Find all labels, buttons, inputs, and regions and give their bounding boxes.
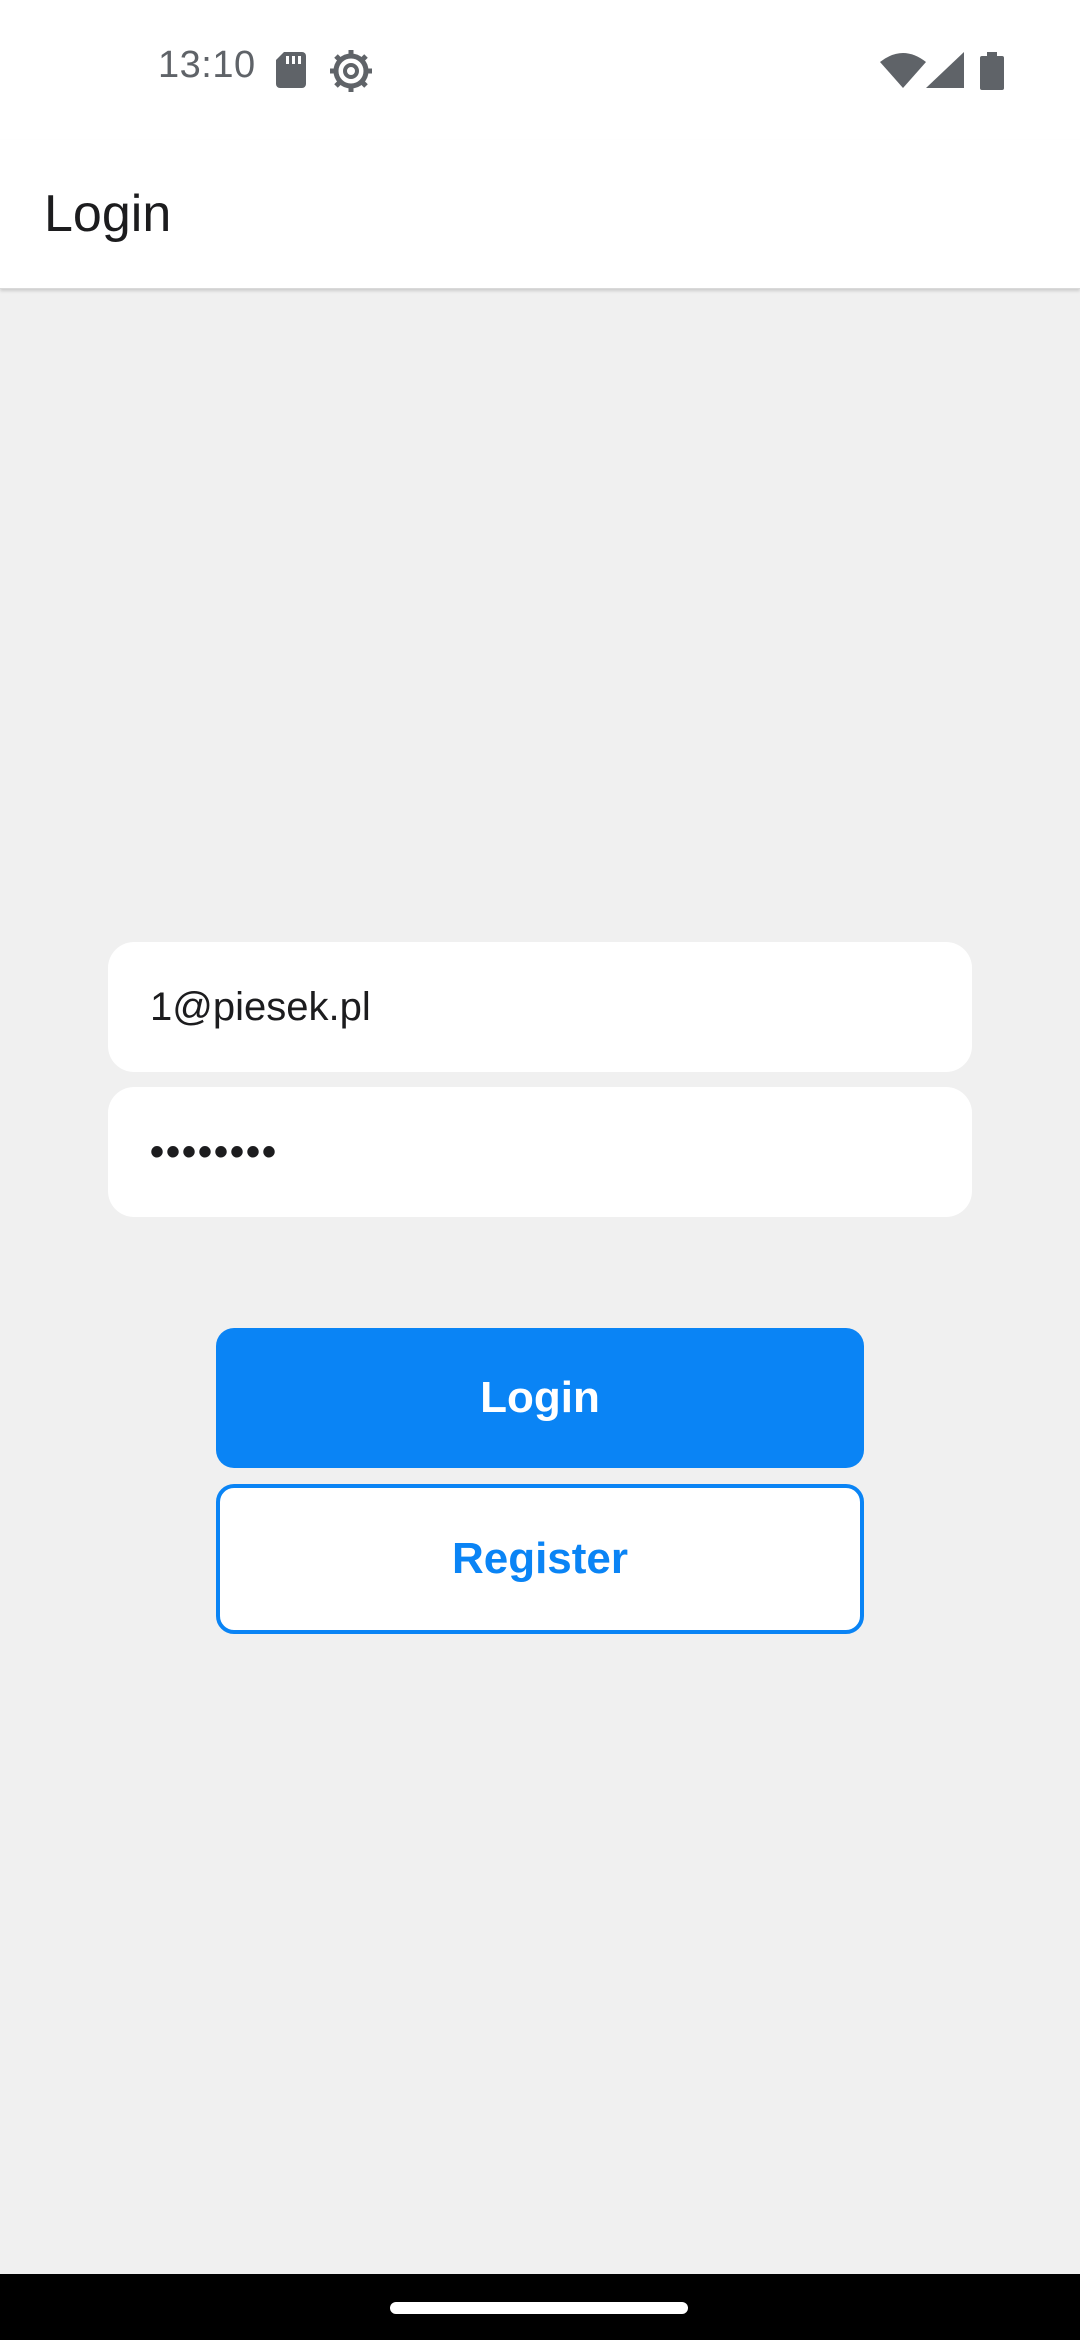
settings-icon bbox=[330, 50, 372, 92]
page-title: Login bbox=[44, 185, 172, 243]
signal-icon bbox=[926, 52, 964, 88]
login-button[interactable]: Login bbox=[216, 1328, 864, 1468]
email-field[interactable]: 1@piesek.pl bbox=[108, 942, 972, 1072]
battery-icon bbox=[980, 52, 1004, 90]
register-button[interactable]: Register bbox=[216, 1484, 864, 1634]
home-gesture-handle[interactable] bbox=[390, 2302, 688, 2314]
status-time: 13:10 bbox=[158, 44, 256, 86]
wifi-icon bbox=[880, 52, 926, 88]
app-bar: Login bbox=[0, 140, 1080, 289]
password-field[interactable]: •••••••• bbox=[108, 1087, 972, 1217]
sd-card-icon bbox=[276, 52, 306, 88]
status-bar: 13:10 bbox=[0, 0, 1080, 140]
